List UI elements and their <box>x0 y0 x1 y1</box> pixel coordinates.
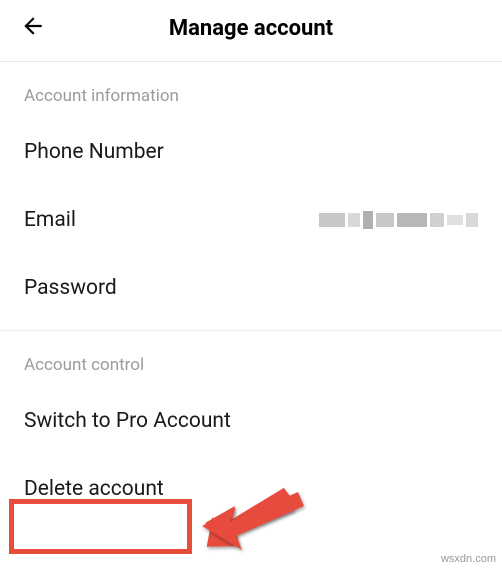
header-bar: Manage account <box>0 0 502 61</box>
email-value-blurred <box>319 211 478 229</box>
delete-account-label: Delete account <box>24 477 164 501</box>
back-arrow-icon <box>20 13 46 39</box>
password-label: Password <box>24 276 117 300</box>
switch-pro-item[interactable]: Switch to Pro Account <box>0 387 502 455</box>
watermark: wsxdn.com <box>441 553 496 565</box>
phone-number-label: Phone Number <box>24 140 164 164</box>
section-header-account-info: Account information <box>0 62 502 118</box>
section-header-account-control: Account control <box>0 331 502 387</box>
page-title: Manage account <box>20 16 482 41</box>
back-button[interactable] <box>20 13 46 44</box>
email-label: Email <box>24 208 76 232</box>
password-item[interactable]: Password <box>0 254 502 322</box>
phone-number-item[interactable]: Phone Number <box>0 118 502 186</box>
switch-pro-label: Switch to Pro Account <box>24 409 231 433</box>
email-item[interactable]: Email <box>0 186 502 254</box>
delete-account-item[interactable]: Delete account <box>0 455 502 523</box>
